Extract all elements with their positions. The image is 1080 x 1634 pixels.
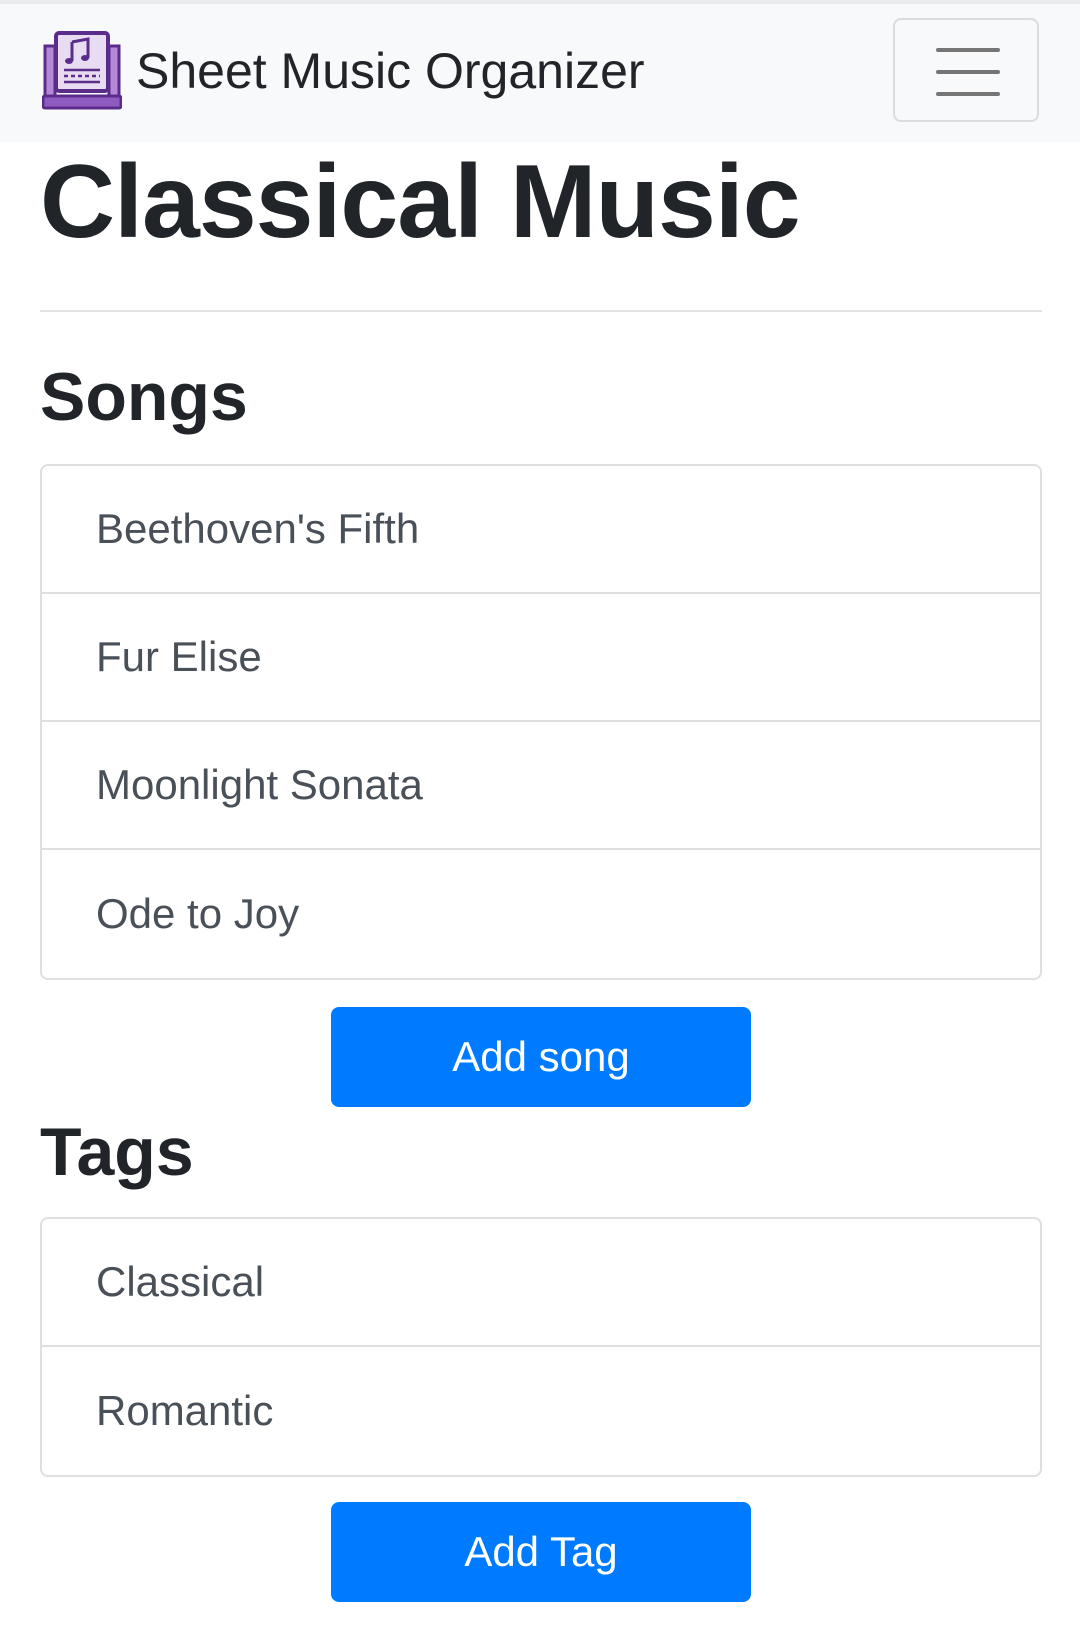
song-list-item[interactable]: Fur Elise: [42, 594, 1040, 722]
hamburger-menu-icon: [936, 48, 1000, 52]
songs-list: Beethoven's Fifth Fur Elise Moonlight So…: [40, 464, 1042, 980]
navbar: Sheet Music Organizer: [0, 0, 1080, 142]
hamburger-bar: [936, 70, 1000, 74]
brand-title: Sheet Music Organizer: [136, 43, 645, 99]
tags-heading: Tags: [40, 1114, 194, 1190]
sheet-music-laptop-icon: [42, 31, 122, 110]
navbar-toggle-button[interactable]: [893, 18, 1039, 122]
add-tag-button[interactable]: Add Tag: [331, 1502, 751, 1602]
songs-heading: Songs: [40, 359, 248, 435]
add-song-button[interactable]: Add song: [331, 1007, 751, 1107]
tags-list: Classical Romantic: [40, 1217, 1042, 1477]
tag-list-item[interactable]: Classical: [42, 1219, 1040, 1347]
tag-list-item[interactable]: Romantic: [42, 1347, 1040, 1475]
song-list-item[interactable]: Beethoven's Fifth: [42, 466, 1040, 594]
page-title: Classical Music: [40, 144, 801, 260]
hamburger-bar: [936, 92, 1000, 96]
song-list-item[interactable]: Ode to Joy: [42, 850, 1040, 978]
brand-link[interactable]: Sheet Music Organizer: [42, 26, 645, 116]
divider: [40, 310, 1042, 312]
song-list-item[interactable]: Moonlight Sonata: [42, 722, 1040, 850]
